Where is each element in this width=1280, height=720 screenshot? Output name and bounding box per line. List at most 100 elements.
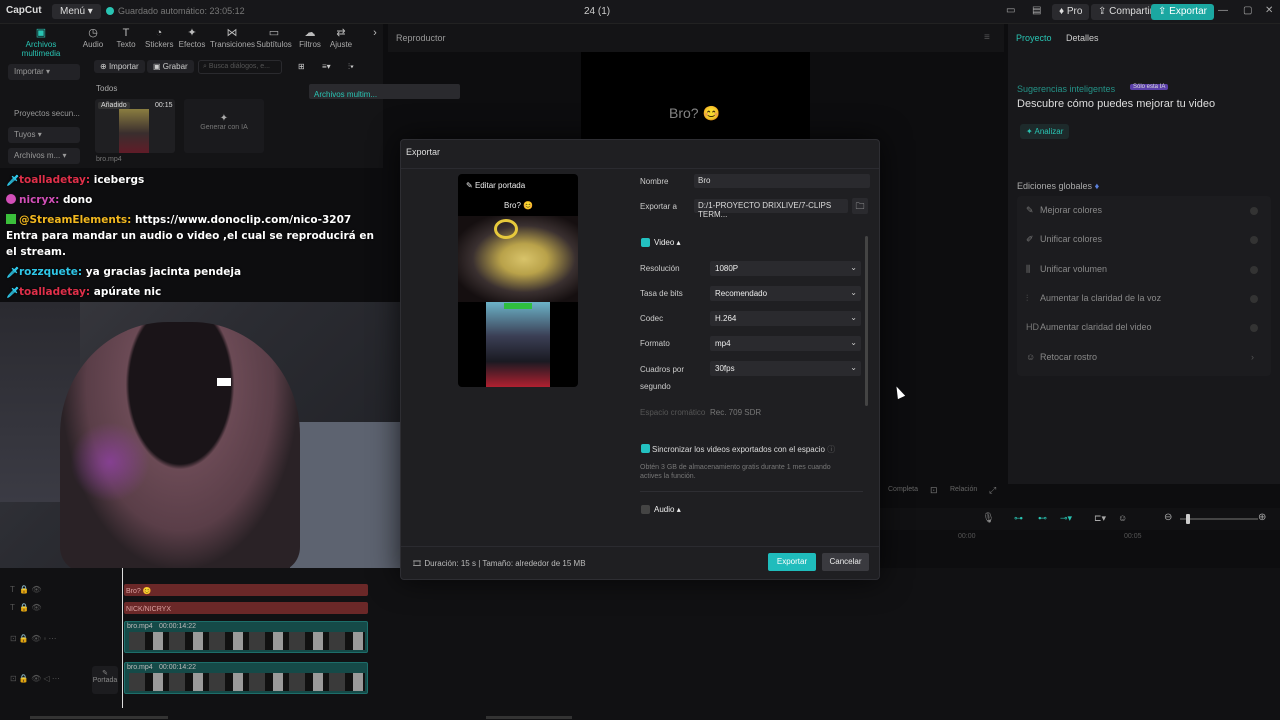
tab-filters[interactable]: ☁ Filtros <box>297 26 323 49</box>
tab-stickers[interactable]: ◔ Stickers <box>145 26 173 49</box>
minimize-icon[interactable]: — <box>1218 5 1228 16</box>
filter-icon[interactable]: ⫶▾ <box>342 60 360 74</box>
tab-adjust[interactable]: ⇄ Ajuste <box>328 26 354 49</box>
sidebar-import[interactable]: Importar ▾ <box>8 64 80 80</box>
enhance-colors-toggle[interactable] <box>1250 207 1258 215</box>
video-clarity-item[interactable]: HDAumentar claridad del video <box>1026 322 1152 332</box>
split-icon[interactable]: ⊏▾ <box>1094 513 1106 524</box>
share-button[interactable]: ⇪ Compartir <box>1091 4 1161 20</box>
chevron-right-icon[interactable]: › <box>1251 352 1254 362</box>
import-button[interactable]: ⊕ Importar <box>94 60 145 73</box>
magnet-icon[interactable]: ⊷ <box>1038 513 1047 524</box>
voice-clarity-toggle[interactable] <box>1250 295 1258 303</box>
halo-shape <box>494 219 518 239</box>
zoom-slider-handle[interactable] <box>1186 514 1190 524</box>
crop-icon[interactable]: ⊡ <box>930 485 938 496</box>
zoom-in-icon[interactable]: ⊕ <box>1258 512 1266 523</box>
folder-icon[interactable]: 🗀 <box>852 198 868 214</box>
main-track-controls: ⊡ 🔒 👁 ◁ ⋯ <box>10 674 60 683</box>
unify-colors-toggle[interactable] <box>1250 236 1258 244</box>
name-input[interactable]: Bro <box>694 174 870 188</box>
tab-project[interactable]: Proyecto <box>1016 33 1052 43</box>
codec-select[interactable]: H.264 ⌄ <box>710 311 861 326</box>
sidebar-secondary-projects[interactable]: Proyectos secun... <box>8 106 80 122</box>
timeline-scrollbar[interactable] <box>30 716 168 719</box>
tab-media[interactable]: ▣ Archivos multimedia <box>8 26 74 58</box>
main-video-clip[interactable]: bro.mp4 00:00:14:22 <box>124 662 368 694</box>
sidebar-yours[interactable]: Tuyos ▾ <box>8 127 80 143</box>
audio-section-label[interactable]: Audio ▴ <box>654 505 681 514</box>
cover-caption: Bro? 😊 <box>504 201 534 210</box>
maximize-icon[interactable]: ▢ <box>1243 5 1252 16</box>
snap-icon[interactable]: ⊸▾ <box>1060 513 1072 524</box>
mic-icon[interactable]: 🎙 <box>982 513 995 524</box>
player-canvas: Bro? 😊 <box>581 52 810 139</box>
tab-audio[interactable]: ◷ Audio <box>82 26 104 49</box>
export-top-button[interactable]: ⇪ Exportar <box>1151 4 1214 20</box>
preview-mode-icon[interactable]: ☺ <box>1118 513 1127 523</box>
menu-button[interactable]: Menú ▾ <box>52 4 101 19</box>
ai-generate-button[interactable]: ✦ Generar con IA <box>184 99 264 153</box>
tab-subtitles[interactable]: ▭ Subtítulos <box>256 26 292 49</box>
video-checkbox[interactable] <box>641 238 650 247</box>
sort-icon[interactable]: ≡▾ <box>316 60 337 73</box>
diamond-icon: ♦ <box>1094 181 1100 191</box>
chat-message: 🗡toalladetay: icebergs <box>6 174 145 187</box>
close-icon[interactable]: ✕ <box>1265 5 1273 16</box>
voice-clarity-item[interactable]: ⫶ Aumentar la claridad de la voz <box>1026 293 1161 304</box>
unify-volume-toggle[interactable] <box>1250 266 1258 274</box>
pro-button[interactable]: ♦ Pro <box>1052 4 1090 20</box>
global-edits-list <box>1017 196 1271 376</box>
search-input[interactable]: ⌕ Busca diálogos, e... <box>198 60 282 74</box>
cover-button[interactable]: ✎ Portada <box>92 666 118 694</box>
timeline-scrollbar-h[interactable] <box>486 716 572 719</box>
video-section-label[interactable]: Video ▴ <box>654 238 681 247</box>
playhead[interactable] <box>122 568 123 708</box>
fullscreen-icon[interactable]: ⤢ <box>989 485 996 496</box>
text-clip[interactable]: NICK/NICRYX <box>124 602 368 614</box>
enhance-colors-item[interactable]: ✎ Mejorar colores <box>1026 205 1102 216</box>
link-icon[interactable]: ⊶ <box>1014 513 1023 524</box>
sidebar-media-files[interactable]: Archivos multim... <box>309 84 460 99</box>
bitrate-select[interactable]: Recomendado ⌄ <box>710 286 861 301</box>
unify-volume-item[interactable]: ⫼ Unificar volumen <box>1026 264 1107 275</box>
resolution-select[interactable]: 1080P ⌄ <box>710 261 861 276</box>
zoom-slider[interactable] <box>1180 514 1258 524</box>
retouch-face-item[interactable]: ☺ Retocar rostro <box>1026 352 1097 362</box>
player-menu-icon[interactable]: ≡ <box>984 32 990 43</box>
video-clip[interactable]: bro.mp4 00:00:14:22 <box>124 621 368 653</box>
fps-select[interactable]: 30fps ⌄ <box>710 361 861 376</box>
video-clarity-toggle[interactable] <box>1250 324 1258 332</box>
more-tabs-icon[interactable]: › <box>370 26 380 40</box>
export-path-input[interactable]: D:/1-PROYECTO DRIXLIVE/7-CLIPS TERM... <box>694 199 848 219</box>
media-thumbnail[interactable]: Añadido 00:15 <box>95 99 175 153</box>
shortcuts-icon[interactable]: ▤ <box>1032 5 1041 16</box>
sync-checkbox[interactable] <box>641 444 650 453</box>
analyze-button[interactable]: ✦ Analizar <box>1020 124 1070 139</box>
tab-transitions[interactable]: ⋈ Transiciones <box>210 26 255 49</box>
settings-scrollbar[interactable] <box>865 236 868 406</box>
grid-view-icon[interactable]: ⊞ <box>292 60 311 73</box>
tab-text[interactable]: T Texto <box>114 26 138 49</box>
record-button[interactable]: ▣ Grabar <box>147 60 194 73</box>
smart-suggestions-title: Sugerencias inteligentes <box>1017 84 1116 94</box>
text-clip[interactable]: Bro? 😊 <box>124 584 368 596</box>
tab-effects[interactable]: ✦ Efectos <box>178 26 206 49</box>
format-select[interactable]: mp4 ⌄ <box>710 336 861 351</box>
audio-checkbox[interactable] <box>641 505 650 514</box>
tool-tabs: ▣ Archivos multimedia ◷ Audio T Texto ◔ Stic… <box>0 26 383 58</box>
sidebar-media-files-2[interactable]: Archivos m... ▾ <box>8 148 80 164</box>
autosave-icon <box>106 7 114 15</box>
zoom-out-icon[interactable]: ⊖ <box>1164 512 1172 523</box>
cover-image-bottom <box>486 302 550 387</box>
cancel-button[interactable]: Cancelar <box>822 553 869 571</box>
export-dialog: Exportar ✎ Editar portada Bro? 😊 Nombre … <box>400 139 880 580</box>
fit-button[interactable]: Completa <box>888 486 918 493</box>
video-track-controls: ⊡ 🔒 👁 ◦ ⋯ <box>10 634 57 643</box>
unify-colors-item[interactable]: ✐ Unificar colores <box>1026 234 1102 245</box>
ratio-button[interactable]: Relación <box>950 486 977 493</box>
layout-icon[interactable]: ▭ <box>1006 5 1015 16</box>
tab-details[interactable]: Detalles <box>1066 33 1099 43</box>
edit-cover-button[interactable]: ✎ Editar portada <box>466 181 525 190</box>
export-button[interactable]: Exportar <box>768 553 816 571</box>
